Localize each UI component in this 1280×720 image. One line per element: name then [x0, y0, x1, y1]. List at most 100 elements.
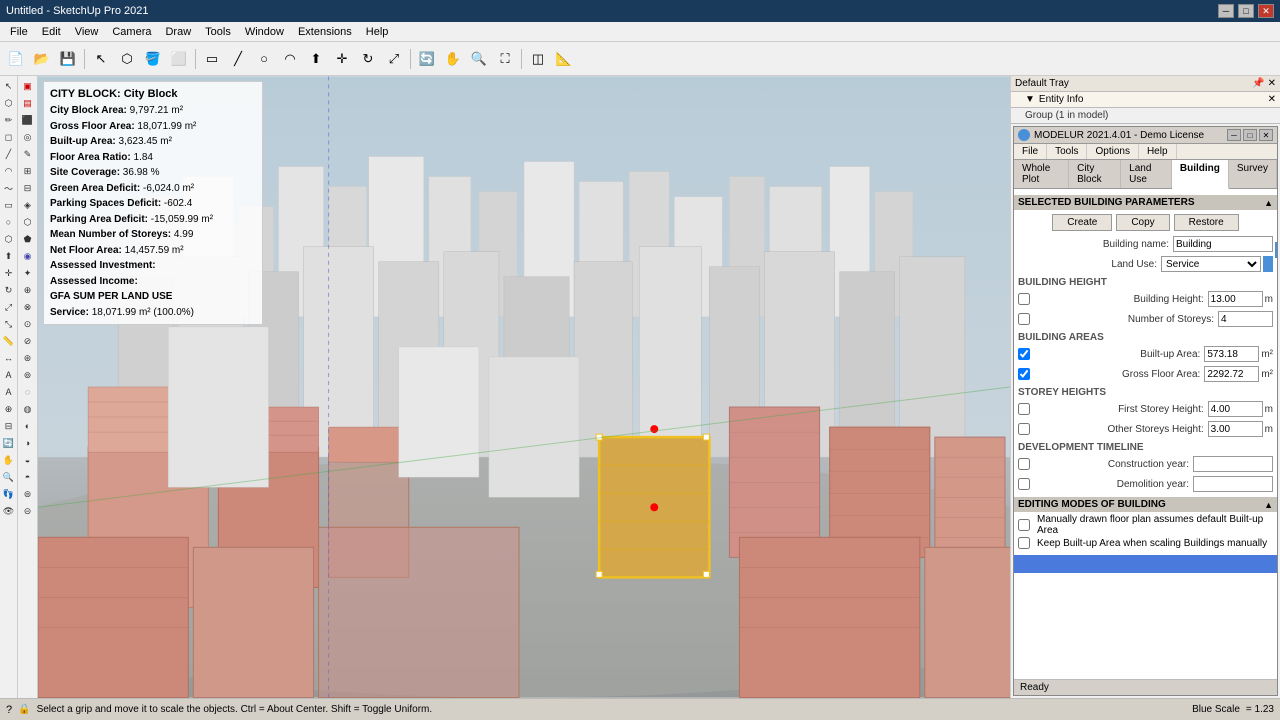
modelur-minimize-button[interactable]: ─: [1227, 129, 1241, 141]
create-button[interactable]: Create: [1052, 214, 1112, 231]
entity-info-arrow[interactable]: ▼: [1025, 94, 1035, 105]
pushpull-icon[interactable]: ⬆: [1, 248, 17, 264]
menu-camera[interactable]: Camera: [106, 25, 157, 39]
component-icon[interactable]: ⬡: [1, 95, 17, 111]
save-button[interactable]: 💾: [56, 47, 80, 71]
freehand-icon[interactable]: 〜: [1, 180, 17, 196]
3d-scene[interactable]: CITY BLOCK: City Block City Block Area: …: [38, 76, 1010, 698]
num-storeys-checkbox[interactable]: [1018, 313, 1030, 325]
maximize-button[interactable]: □: [1238, 4, 1254, 18]
modelur-tool-1[interactable]: ▣: [20, 78, 36, 94]
paint-btn[interactable]: 🪣: [141, 47, 165, 71]
modelur-tool-10[interactable]: ⬟: [20, 231, 36, 247]
demolition-year-input[interactable]: [1193, 476, 1273, 492]
viewport[interactable]: CITY BLOCK: City Block City Block Area: …: [38, 76, 1010, 698]
modelur-tool-16[interactable]: ⊘: [20, 333, 36, 349]
restore-button[interactable]: Restore: [1174, 214, 1239, 231]
menu-tools[interactable]: Tools: [199, 25, 237, 39]
zoom-ext-tool[interactable]: ⛶: [493, 47, 517, 71]
land-use-select[interactable]: Service Residential Commercial Industria…: [1161, 256, 1261, 272]
arc-tool[interactable]: ◠: [278, 47, 302, 71]
zoom-tool[interactable]: 🔍: [467, 47, 491, 71]
modelur-tool-21[interactable]: ◐: [20, 418, 36, 434]
rotate-tool[interactable]: ↻: [356, 47, 380, 71]
building-name-input[interactable]: [1173, 236, 1273, 252]
rotate-icon[interactable]: ↻: [1, 282, 17, 298]
menu-draw[interactable]: Draw: [159, 25, 197, 39]
section-btn[interactable]: ◫: [526, 47, 550, 71]
built-up-area-input[interactable]: [1204, 346, 1259, 362]
line-tool[interactable]: ╱: [226, 47, 250, 71]
tape-icon[interactable]: 📏: [1, 333, 17, 349]
rect-icon[interactable]: ▭: [1, 197, 17, 213]
built-up-area-checkbox[interactable]: [1018, 348, 1030, 360]
building-height-checkbox[interactable]: [1018, 293, 1030, 305]
component-btn[interactable]: ⬡: [115, 47, 139, 71]
menu-extensions[interactable]: Extensions: [292, 25, 358, 39]
modelur-tool-23[interactable]: ◒: [20, 452, 36, 468]
status-help-icon[interactable]: ?: [6, 704, 12, 716]
modelur-close-button[interactable]: ✕: [1259, 129, 1273, 141]
select-icon[interactable]: ↖: [1, 78, 17, 94]
modelur-tool-4[interactable]: ◎: [20, 129, 36, 145]
editing-modes-collapse-icon[interactable]: ▲: [1264, 500, 1273, 510]
new-button[interactable]: 📄: [4, 47, 28, 71]
entity-info-close[interactable]: ✕: [1268, 94, 1276, 105]
modelur-tool-8[interactable]: ◈: [20, 197, 36, 213]
pan-tool[interactable]: ✋: [441, 47, 465, 71]
circle-tool[interactable]: ○: [252, 47, 276, 71]
tab-building[interactable]: Building: [1172, 160, 1229, 189]
modelur-tool-11[interactable]: ◉: [20, 248, 36, 264]
modelur-tool-22[interactable]: ◑: [20, 435, 36, 451]
modelur-tool-6[interactable]: ⊞: [20, 163, 36, 179]
modelur-tool-19[interactable]: ◌: [20, 384, 36, 400]
modelur-tool-3[interactable]: ⬛: [20, 112, 36, 128]
erase-icon[interactable]: ◻: [1, 129, 17, 145]
modelur-tool-14[interactable]: ⊗: [20, 299, 36, 315]
open-button[interactable]: 📂: [30, 47, 54, 71]
modelur-tool-15[interactable]: ⊙: [20, 316, 36, 332]
modelur-tool-20[interactable]: ◍: [20, 401, 36, 417]
tray-pin-icon[interactable]: 📌: [1252, 78, 1264, 89]
move-tool[interactable]: ✛: [330, 47, 354, 71]
axis-icon[interactable]: ⊕: [1, 401, 17, 417]
first-storey-checkbox[interactable]: [1018, 403, 1030, 415]
modelur-tool-26[interactable]: ⊝: [20, 503, 36, 519]
editing-mode-1-checkbox[interactable]: [1018, 519, 1030, 531]
tab-survey[interactable]: Survey: [1229, 160, 1277, 188]
modelur-tool-24[interactable]: ◓: [20, 469, 36, 485]
num-storeys-input[interactable]: [1218, 311, 1273, 327]
circle-icon[interactable]: ○: [1, 214, 17, 230]
menu-view[interactable]: View: [69, 25, 105, 39]
walkthrough-icon[interactable]: 👣: [1, 486, 17, 502]
dimension-icon[interactable]: ↔: [1, 350, 17, 366]
demolition-year-checkbox[interactable]: [1018, 478, 1030, 490]
text-icon[interactable]: A: [1, 367, 17, 383]
construction-year-input[interactable]: [1193, 456, 1273, 472]
scale-icon[interactable]: ⤢: [1, 299, 17, 315]
menu-help[interactable]: Help: [360, 25, 395, 39]
modelur-maximize-button[interactable]: □: [1243, 129, 1257, 141]
select-tool[interactable]: ↖: [89, 47, 113, 71]
collapse-icon[interactable]: ▲: [1264, 198, 1273, 208]
lookaround-icon[interactable]: 👁: [1, 503, 17, 519]
zoom-icon[interactable]: 🔍: [1, 469, 17, 485]
modelur-menu-tools[interactable]: Tools: [1047, 144, 1087, 159]
tray-close-icon[interactable]: ✕: [1268, 78, 1276, 89]
tab-city-block[interactable]: City Block: [1069, 160, 1121, 188]
scale-tool[interactable]: ⤢: [382, 47, 406, 71]
other-storeys-input[interactable]: [1208, 421, 1263, 437]
3dtext-icon[interactable]: A: [1, 384, 17, 400]
building-height-input[interactable]: [1208, 291, 1263, 307]
menu-edit[interactable]: Edit: [36, 25, 67, 39]
line-icon[interactable]: ╱: [1, 146, 17, 162]
modelur-tool-25[interactable]: ⊜: [20, 486, 36, 502]
modelur-tool-7[interactable]: ⊟: [20, 180, 36, 196]
tab-whole-plot[interactable]: Whole Plot: [1014, 160, 1069, 188]
polygon-icon[interactable]: ⬡: [1, 231, 17, 247]
modelur-menu-help[interactable]: Help: [1139, 144, 1177, 159]
tab-land-use[interactable]: Land Use: [1121, 160, 1172, 188]
modelur-tool-13[interactable]: ⊕: [20, 282, 36, 298]
modelur-tool-2[interactable]: ▤: [20, 95, 36, 111]
erase-btn[interactable]: ⬜: [167, 47, 191, 71]
